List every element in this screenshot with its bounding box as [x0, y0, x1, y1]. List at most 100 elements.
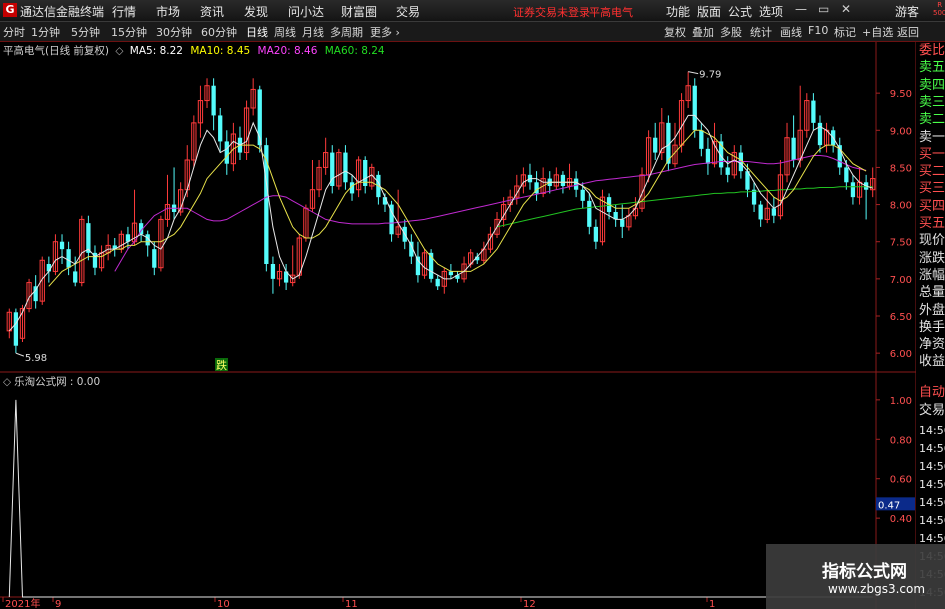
candle-body-down — [435, 278, 440, 287]
trade-time-2: 14:56 — [919, 460, 945, 473]
side-label-5: 卖一 — [919, 129, 945, 145]
side-label-9: 买四 — [919, 198, 945, 214]
side-label-11: 现价 — [919, 233, 945, 249]
side-lower-label-1[interactable]: 交易 — [919, 404, 945, 417]
candle-body-down — [699, 130, 704, 149]
tab-period-more[interactable]: 更多 › — [370, 24, 400, 40]
sub-tick-label: 0.80 — [890, 435, 912, 446]
menu-trade[interactable]: 交易 — [396, 3, 420, 20]
ma60-label: MA60: 8.24 — [324, 45, 385, 57]
high-marker-label: 9.79 — [699, 70, 721, 81]
tab-period-daily[interactable]: 日线 — [246, 24, 268, 40]
ma10-label: MA10: 8.45 — [190, 45, 251, 57]
price-tick-label: 8.00 — [890, 201, 912, 212]
guest-user[interactable]: 游客 — [895, 3, 919, 20]
side-label-18: 收益 — [919, 354, 945, 370]
candle-body-down — [811, 100, 816, 123]
tab-period-monthly[interactable]: 月线 — [302, 24, 324, 40]
top-menu-bar: G 通达信金融终端 行情 市场 资讯 发现 问小达 财富圈 交易 证券交易未登录… — [0, 0, 945, 22]
f10-button[interactable]: F10 — [808, 24, 828, 37]
candle-body-down — [587, 200, 592, 227]
ma20-line — [114, 155, 867, 272]
app-logo-icon: G — [3, 3, 17, 17]
multi-stock-button[interactable]: 多股 — [720, 24, 742, 40]
trade-time-5: 14:56 — [919, 514, 945, 527]
candle-body-down — [86, 223, 91, 253]
menu-functions[interactable]: 功能 — [666, 3, 690, 20]
ma5-line — [8, 114, 873, 332]
period-toolbar: 分时 1分钟 5分钟 15分钟 30分钟 60分钟 日线 周线 月线 多周期 更… — [0, 22, 945, 42]
tab-period-5min[interactable]: 5分钟 — [71, 24, 100, 40]
candle-body-down — [448, 271, 454, 276]
candle-body-down — [758, 204, 763, 220]
high-marker-arrow — [688, 71, 699, 75]
candle-body-down — [791, 137, 796, 160]
candle-body-down — [844, 167, 849, 183]
sub-tick-label: 0.40 — [890, 514, 912, 525]
candle-body-down — [725, 167, 730, 175]
statistics-button[interactable]: 统计 — [750, 24, 772, 40]
side-label-17: 净资 — [919, 337, 945, 353]
menu-assistant[interactable]: 问小达 — [288, 3, 324, 20]
draw-line-button[interactable]: 画线 — [780, 24, 802, 40]
add-watchlist-button[interactable]: +自选 — [862, 24, 893, 40]
candle-body-down — [620, 219, 625, 227]
current-stock-name: 平高电气 — [589, 6, 633, 19]
sub-settings-icon[interactable]: ◇ — [3, 376, 11, 388]
mark-button[interactable]: 标记 — [834, 24, 856, 40]
tab-period-multi[interactable]: 多周期 — [330, 24, 363, 40]
tab-period-weekly[interactable]: 周线 — [274, 24, 296, 40]
candle-body-down — [573, 178, 579, 190]
menu-market[interactable]: 市场 — [156, 3, 180, 20]
tab-period-30min[interactable]: 30分钟 — [156, 24, 192, 40]
minimize-icon[interactable]: — — [795, 2, 807, 16]
menu-wealth-circle[interactable]: 财富圈 — [341, 3, 377, 20]
side-label-1: 卖五 — [919, 60, 945, 76]
kline-chart[interactable]: 9.50 9.00 8.50 8.00 7.50 7.00 6.50 6.00 1.00 0.80… — [0, 42, 945, 609]
side-label-12: 涨跌 — [919, 250, 945, 266]
tab-period-15min[interactable]: 15分钟 — [111, 24, 147, 40]
menu-layout[interactable]: 版面 — [697, 3, 721, 20]
menu-news[interactable]: 资讯 — [200, 3, 224, 20]
tab-period-1min[interactable]: 1分钟 — [31, 24, 60, 40]
side-label-4: 卖二 — [919, 112, 945, 128]
maximize-icon[interactable]: ▭ — [818, 2, 829, 16]
watermark-title: 指标公式网 — [822, 562, 907, 582]
price-tick-label: 8.50 — [890, 163, 912, 174]
side-label-10: 买五 — [919, 216, 945, 231]
candle-body-down — [593, 226, 599, 242]
adjust-rights-button[interactable]: 复权 — [664, 24, 686, 40]
settings-gear-icon[interactable]: ◇ — [115, 45, 123, 57]
side-label-14: 总量 — [919, 285, 945, 301]
date-tick-label: 1 — [709, 599, 715, 609]
side-label-16: 换手 — [919, 319, 945, 335]
tab-period-60min[interactable]: 60分钟 — [201, 24, 237, 40]
back-button[interactable]: 返回 — [897, 24, 919, 40]
sub-current-value: 0.47 — [878, 500, 900, 511]
price-tick-label: 6.50 — [890, 312, 912, 323]
overlay-button[interactable]: 叠加 — [692, 24, 714, 40]
trade-login-status[interactable]: 证券交易未登录 — [513, 4, 590, 20]
candle-body-down — [224, 141, 229, 164]
candle-body-down — [580, 189, 585, 201]
low-marker-arrow — [15, 352, 25, 357]
date-tick-label: 9 — [55, 599, 61, 609]
close-icon[interactable]: ✕ — [841, 2, 851, 16]
side-lower-label-0[interactable]: 自动 — [919, 386, 945, 399]
ma20-label: MA20: 8.46 — [257, 45, 318, 57]
badge-r500: R 500 — [933, 1, 945, 17]
side-label-7: 买二 — [919, 164, 945, 180]
menu-formula[interactable]: 公式 — [728, 3, 752, 20]
candle-body-down — [771, 208, 776, 216]
menu-quotes[interactable]: 行情 — [112, 3, 136, 20]
price-tick-label: 9.50 — [890, 89, 912, 100]
candle-body-down — [46, 264, 51, 272]
ma60-line — [496, 186, 873, 228]
trade-time-0: 14:56 — [919, 424, 945, 437]
sub-indicator-line — [8, 399, 873, 598]
menu-options[interactable]: 选项 — [759, 3, 783, 20]
candle-body-down — [751, 189, 757, 205]
menu-discover[interactable]: 发现 — [244, 3, 268, 20]
tab-period-intraday[interactable]: 分时 — [3, 24, 25, 40]
price-tick-label: 7.50 — [890, 238, 912, 249]
